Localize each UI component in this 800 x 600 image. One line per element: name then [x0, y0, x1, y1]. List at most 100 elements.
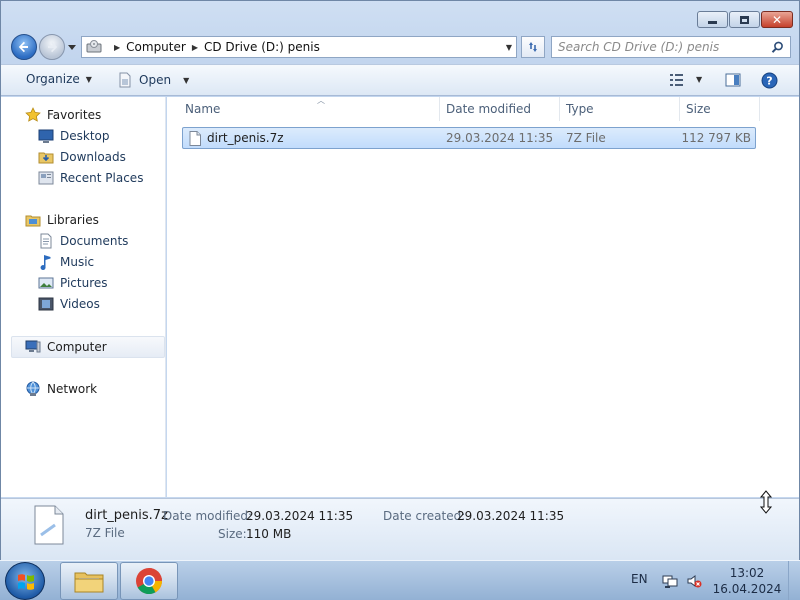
downloads-folder-icon: [38, 152, 54, 164]
column-header-date-modified[interactable]: Date modified: [440, 97, 559, 121]
table-row[interactable]: dirt_penis.7z 29.03.2024 11:35 7Z File 1…: [182, 127, 756, 149]
nav-item-label: Desktop: [60, 129, 110, 143]
back-button[interactable]: [11, 34, 37, 60]
breadcrumb-computer[interactable]: Computer: [126, 40, 186, 54]
chevron-down-icon: ▼: [85, 74, 92, 84]
column-header-name-label: Name: [185, 102, 221, 116]
organize-label: Organize: [26, 72, 80, 86]
column-divider[interactable]: [759, 97, 760, 121]
details-size-label: Size:: [218, 527, 247, 541]
libraries-icon: [25, 215, 41, 227]
file-type: 7Z File: [566, 131, 606, 145]
nav-computer-label: Computer: [47, 340, 107, 354]
recent-pages-dropdown[interactable]: [67, 42, 77, 52]
nav-item-desktop[interactable]: Desktop: [38, 127, 110, 145]
star-icon: [25, 107, 41, 122]
preview-pane-icon[interactable]: [725, 72, 741, 88]
column-header-type-label: Type: [566, 102, 594, 116]
close-button[interactable]: ✕: [761, 11, 793, 28]
nav-item-recent-places[interactable]: Recent Places: [38, 169, 143, 187]
windows-logo-icon: [18, 574, 34, 590]
clock-time: 13:02: [729, 566, 765, 580]
clock[interactable]: 13:02 16.04.2024: [712, 565, 782, 597]
nav-item-pictures[interactable]: Pictures: [38, 274, 108, 292]
cd-drive-icon: [86, 40, 102, 53]
refresh-icon: [529, 42, 537, 52]
arrow-right-icon: [48, 41, 58, 53]
language-indicator[interactable]: EN: [631, 572, 648, 586]
folder-icon: [74, 572, 104, 593]
details-date-modified-label: Date modified:: [163, 509, 253, 523]
change-view-icon[interactable]: [669, 72, 685, 88]
archive-file-large-icon: [34, 505, 64, 545]
documents-icon: [40, 233, 52, 249]
nav-network-label: Network: [47, 382, 98, 396]
navigation-row: ▶ Computer ▶ CD Drive (D:) penis ▼ Searc…: [9, 34, 793, 60]
refresh-button[interactable]: [521, 36, 545, 58]
view-options-dropdown-icon[interactable]: ▼: [696, 75, 702, 84]
search-icon[interactable]: [771, 41, 784, 54]
details-pane: dirt_penis.7z 7Z File Date modified: 29.…: [1, 498, 799, 560]
archive-file-icon: [189, 131, 201, 146]
details-date-created: 29.03.2024 11:35: [457, 509, 565, 523]
breadcrumb-separator[interactable]: ▶: [114, 43, 120, 52]
nav-favorites[interactable]: Favorites: [25, 106, 101, 124]
show-desktop-button[interactable]: [788, 561, 800, 600]
caption-buttons: ✕: [697, 11, 793, 28]
chevron-down-icon[interactable]: ▼: [183, 76, 189, 85]
address-dropdown-icon[interactable]: ▼: [506, 43, 512, 52]
address-bar[interactable]: ▶ Computer ▶ CD Drive (D:) penis ▼: [81, 36, 517, 58]
open-button[interactable]: Open ▼: [117, 72, 189, 88]
maximize-button[interactable]: [729, 11, 760, 28]
details-date-modified: 29.03.2024 11:35: [246, 509, 354, 523]
music-icon: [40, 255, 51, 270]
network-icon: [26, 381, 40, 396]
network-tray-icon[interactable]: [662, 573, 678, 589]
search-box[interactable]: Search CD Drive (D:) penis: [551, 36, 791, 58]
nav-item-label: Recent Places: [60, 171, 144, 185]
breadcrumb-cd-drive[interactable]: CD Drive (D:) penis: [204, 40, 320, 54]
breadcrumb-separator[interactable]: ▶: [192, 43, 198, 52]
column-header-type[interactable]: Type: [560, 97, 679, 121]
nav-item-documents[interactable]: Documents: [38, 232, 128, 250]
column-header-name[interactable]: Name ︿: [179, 96, 439, 121]
nav-item-downloads[interactable]: Downloads: [38, 148, 126, 166]
nav-item-label: Documents: [60, 234, 129, 248]
file-size: 112 797 KB: [681, 131, 751, 145]
resize-cursor-icon: [760, 490, 772, 514]
chrome-icon: [136, 568, 163, 595]
nav-item-label: Pictures: [60, 276, 108, 290]
start-button[interactable]: [5, 562, 45, 600]
search-input[interactable]: Search CD Drive (D:) penis: [558, 40, 719, 54]
sort-ascending-icon: ︿: [317, 96, 325, 105]
nav-item-videos[interactable]: Videos: [38, 295, 100, 313]
help-icon[interactable]: ?: [761, 72, 778, 89]
minimize-button[interactable]: [697, 11, 728, 28]
close-icon: ✕: [771, 12, 783, 27]
column-header-date-label: Date modified: [446, 102, 532, 116]
pictures-icon: [38, 277, 54, 289]
nav-libraries[interactable]: Libraries: [25, 211, 99, 229]
maximize-icon: [740, 15, 749, 24]
nav-item-label: Videos: [60, 297, 100, 311]
file-name: dirt_penis.7z: [207, 131, 284, 145]
taskbar-explorer-button[interactable]: [60, 562, 118, 600]
details-file-type: 7Z File: [85, 526, 125, 540]
arrow-left-icon: [18, 41, 28, 53]
open-file-icon: [119, 72, 131, 88]
recent-places-icon: [38, 171, 54, 185]
open-label: Open: [139, 73, 172, 87]
column-header-size-label: Size: [686, 102, 711, 116]
volume-muted-icon[interactable]: [686, 573, 702, 589]
minimize-icon: [708, 21, 717, 24]
forward-button[interactable]: [39, 34, 65, 60]
nav-libraries-label: Libraries: [47, 213, 99, 227]
desktop-icon: [38, 129, 54, 143]
nav-computer[interactable]: Computer: [25, 338, 107, 356]
column-header-size[interactable]: Size: [680, 97, 759, 121]
nav-item-music[interactable]: Music: [38, 253, 94, 271]
organize-button[interactable]: Organize ▼: [26, 72, 92, 86]
taskbar-chrome-button[interactable]: [120, 562, 178, 600]
details-file-name: dirt_penis.7z: [85, 508, 168, 523]
nav-network[interactable]: Network: [25, 380, 97, 398]
